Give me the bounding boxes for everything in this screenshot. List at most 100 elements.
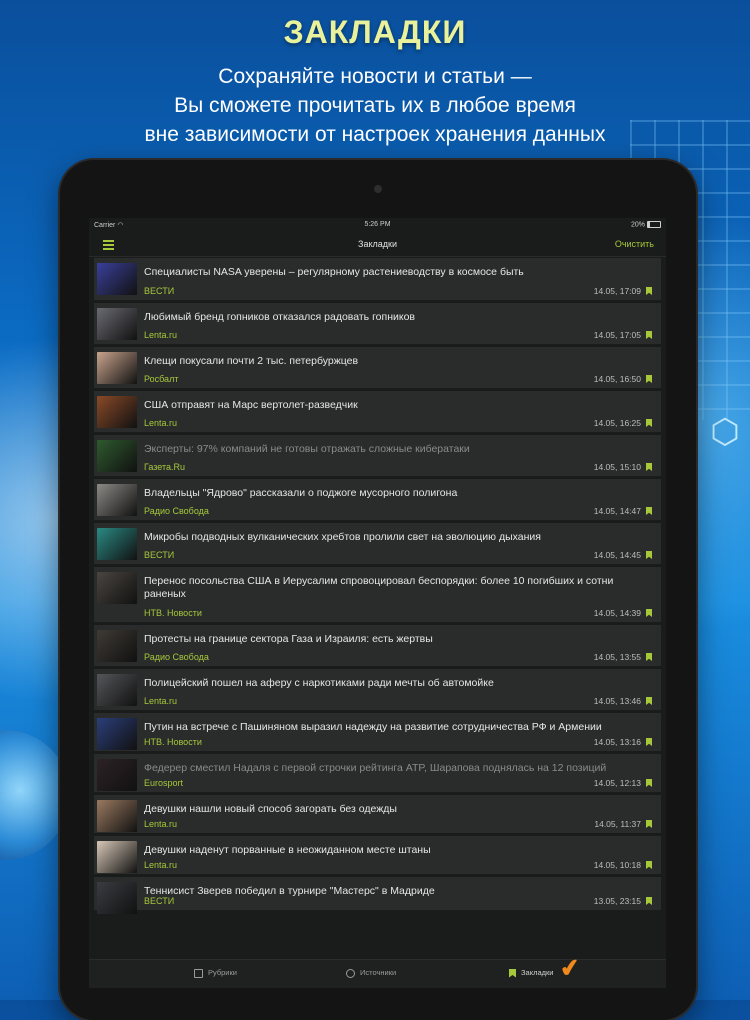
- article-source: НТВ. Новости: [144, 737, 202, 747]
- promo-subtitle: Сохраняйте новости и статьи — Вы сможете…: [0, 62, 750, 149]
- bookmark-icon[interactable]: [646, 375, 652, 383]
- bookmark-icon[interactable]: [646, 551, 652, 559]
- article-source: Eurosport: [144, 778, 184, 788]
- promo-subtitle-line: вне зависимости от настроек хранения дан…: [144, 123, 606, 146]
- list-item[interactable]: Теннисист Зверев победил в турнире "Маст…: [94, 877, 661, 914]
- sources-icon: [346, 968, 355, 978]
- article-title: Девушки наденут порванные в неожиданном …: [144, 844, 431, 856]
- article-title: Теннисист Зверев победил в турнире "Маст…: [144, 885, 435, 897]
- article-title: Полицейский пошел на аферу с наркотиками…: [144, 677, 494, 689]
- article-thumbnail: [97, 718, 137, 750]
- article-title: Эксперты: 97% компаний не готовы отражат…: [144, 443, 470, 455]
- article-thumbnail: [97, 572, 137, 604]
- list-item[interactable]: Путин на встрече с Пашиняном выразил над…: [94, 713, 661, 751]
- bookmark-icon[interactable]: [646, 897, 652, 905]
- article-source: ВЕСТИ: [144, 550, 175, 560]
- list-item[interactable]: Эксперты: 97% компаний не готовы отражат…: [94, 435, 661, 476]
- article-date: 14.05, 13:46: [593, 696, 641, 706]
- bookmark-icon: [509, 968, 516, 978]
- article-date: 14.05, 14:39: [593, 608, 641, 618]
- list-item[interactable]: Любимый бренд гопников отказался радоват…: [94, 303, 661, 344]
- article-date: 14.05, 17:05: [593, 330, 641, 340]
- article-date: 13.05, 23:15: [593, 896, 641, 906]
- list-item[interactable]: США отправят на Марс вертолет-разведчик L…: [94, 391, 661, 432]
- rubrics-icon: [194, 968, 203, 978]
- bookmark-icon[interactable]: [646, 779, 652, 787]
- tab-rubrics[interactable]: Рубрики: [194, 968, 237, 978]
- bookmark-icon[interactable]: [646, 331, 652, 339]
- tab-bookmarks[interactable]: Закладки: [509, 968, 553, 978]
- bookmark-icon[interactable]: [646, 861, 652, 869]
- article-date: 14.05, 11:37: [594, 819, 641, 829]
- bookmark-icon[interactable]: [646, 287, 652, 295]
- article-date: 14.05, 13:55: [593, 652, 641, 662]
- article-title: Протесты на границе сектора Газа и Израи…: [144, 633, 433, 645]
- bookmark-icon[interactable]: [646, 820, 652, 828]
- list-item[interactable]: Девушки нашли новый способ загорать без …: [94, 795, 661, 833]
- article-thumbnail: [97, 396, 137, 428]
- article-source: Lenta.ru: [144, 860, 178, 870]
- list-item[interactable]: Перенос посольства США в Иерусалим спров…: [94, 567, 661, 622]
- article-thumbnail: [97, 440, 137, 472]
- hexagon-decoration: ⬡: [710, 413, 740, 451]
- tab-sources[interactable]: Источники: [346, 968, 396, 978]
- promo-subtitle-line: Сохраняйте новости и статьи —: [218, 65, 532, 88]
- promo-subtitle-line: Вы сможете прочитать их в любое время: [174, 94, 576, 117]
- list-item[interactable]: Специалисты NASA уверены – регулярному р…: [94, 258, 661, 300]
- status-time: 5:26 PM: [364, 221, 391, 228]
- article-thumbnail: [97, 528, 137, 560]
- article-date: 14.05, 10:18: [593, 860, 641, 870]
- article-source: Lenta.ru: [144, 330, 178, 340]
- promo-title: ЗАКЛАДКИ: [283, 14, 467, 50]
- article-source: Росбалт: [144, 374, 179, 384]
- list-item[interactable]: Микробы подводных вулканических хребтов …: [94, 523, 661, 564]
- bookmark-icon[interactable]: [646, 609, 652, 617]
- article-source: Радио Свобода: [144, 506, 209, 516]
- list-item[interactable]: Клещи покусали почти 2 тыс. петербуржцев…: [94, 347, 661, 388]
- article-source: Lenta.ru: [144, 819, 178, 829]
- article-title: Перенос посольства США в Иерусалим спров…: [144, 575, 614, 600]
- bookmarks-list: Специалисты NASA уверены – регулярному р…: [94, 258, 661, 914]
- article-date: 14.05, 13:16: [593, 737, 641, 747]
- tab-rubrics-label: Рубрики: [208, 968, 237, 977]
- article-thumbnail: [97, 882, 137, 914]
- list-item[interactable]: Владельцы "Ядрово" рассказали о поджоге …: [94, 479, 661, 520]
- tab-bookmarks-label: Закладки: [521, 968, 554, 977]
- article-date: 14.05, 14:45: [593, 550, 641, 560]
- front-camera: [374, 185, 382, 193]
- article-thumbnail: [97, 630, 137, 662]
- bookmark-icon[interactable]: [646, 738, 652, 746]
- bookmark-icon[interactable]: [646, 507, 652, 515]
- bookmark-icon[interactable]: [646, 419, 652, 427]
- app-screen: Carrier ◠ 5:26 PM 20% Закладки Очистить …: [89, 218, 666, 988]
- battery-status: 20%: [631, 221, 661, 228]
- article-title: Клещи покусали почти 2 тыс. петербуржцев: [144, 355, 359, 367]
- article-source: Газета.Ru: [144, 462, 186, 472]
- tablet-frame: Carrier ◠ 5:26 PM 20% Закладки Очистить …: [60, 160, 696, 1020]
- page-title: Закладки: [358, 239, 397, 249]
- status-bar: Carrier ◠ 5:26 PM 20%: [89, 218, 666, 234]
- bookmark-icon[interactable]: [646, 653, 652, 661]
- article-date: 14.05, 16:50: [593, 374, 641, 384]
- article-thumbnail: [97, 841, 137, 873]
- article-source: НТВ. Новости: [144, 608, 202, 618]
- list-item[interactable]: Федерер сместил Надаля с первой строчки …: [94, 754, 661, 792]
- article-source: Lenta.ru: [144, 418, 178, 428]
- article-thumbnail: [97, 263, 137, 295]
- list-item[interactable]: Протесты на границе сектора Газа и Израи…: [94, 625, 661, 666]
- article-thumbnail: [97, 800, 137, 832]
- clear-button[interactable]: Очистить: [615, 239, 654, 249]
- list-item[interactable]: Девушки наденут порванные в неожиданном …: [94, 836, 661, 874]
- article-date: 14.05, 16:25: [593, 418, 641, 428]
- bookmark-icon[interactable]: [646, 463, 652, 471]
- article-title: Любимый бренд гопников отказался радоват…: [144, 311, 415, 323]
- bookmark-icon[interactable]: [646, 697, 652, 705]
- article-date: 14.05, 17:09: [593, 286, 641, 296]
- article-source: ВЕСТИ: [144, 896, 175, 906]
- article-source: Радио Свобода: [144, 652, 209, 662]
- list-item[interactable]: Полицейский пошел на аферу с наркотиками…: [94, 669, 661, 710]
- article-title: Владельцы "Ядрово" рассказали о поджоге …: [144, 487, 458, 499]
- battery-icon: [647, 221, 661, 228]
- tab-sources-label: Источники: [360, 968, 397, 977]
- article-thumbnail: [97, 759, 137, 791]
